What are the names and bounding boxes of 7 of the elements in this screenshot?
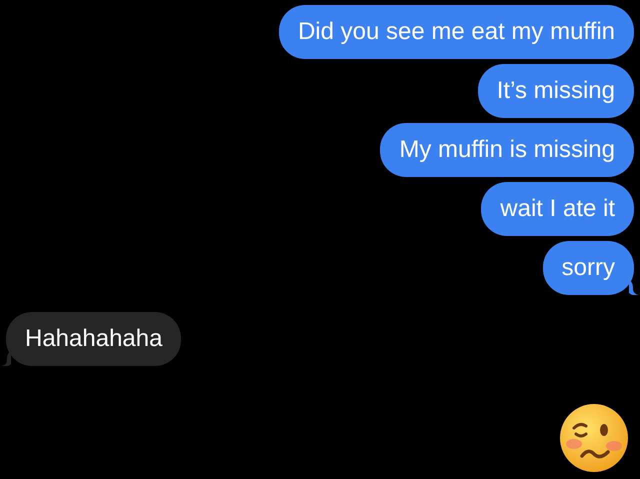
sent-message-bubble: wait I ate it bbox=[481, 182, 634, 236]
sent-message-bubble: It’s missing bbox=[478, 64, 634, 118]
sent-message-bubble: Did you see me eat my muffin bbox=[278, 5, 634, 59]
sent-message-bubble: My muffin is missing bbox=[380, 123, 634, 177]
woozy-face-emoji-icon bbox=[558, 402, 630, 474]
bubble-tail-icon bbox=[629, 281, 639, 295]
bubble-tail-icon bbox=[1, 352, 11, 366]
